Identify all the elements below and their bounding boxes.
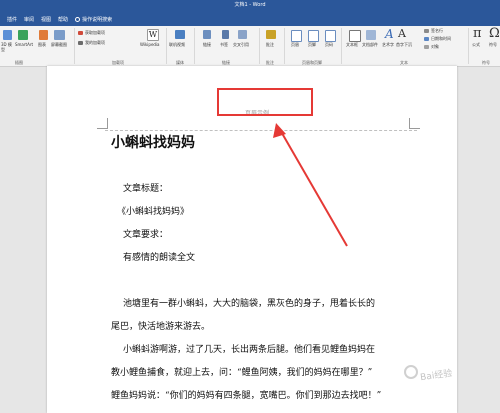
model3d-icon <box>3 30 12 40</box>
ribbon-tabs: 插件 审阅 视图 帮助 操作说明搜索 <box>0 13 112 25</box>
tab-plugins[interactable]: 插件 <box>7 16 17 23</box>
group-illustrations: 插图 <box>15 60 23 65</box>
screenshot-icon <box>54 30 65 40</box>
tab-help[interactable]: 帮助 <box>58 16 68 23</box>
comment-icon <box>266 30 276 39</box>
tab-review[interactable]: 审阅 <box>24 16 34 23</box>
footer-icon <box>308 30 319 42</box>
object-label: 对象 <box>431 44 439 49</box>
bookmark-button[interactable]: 书签 <box>220 42 228 48</box>
chart-button[interactable]: 图表 <box>38 42 46 48</box>
wikipedia-button[interactable]: Wikipedia <box>140 42 160 47</box>
wikipedia-icon: W <box>147 29 159 41</box>
cross-reference-button[interactable]: 交叉引用 <box>233 42 249 48</box>
group-separator <box>284 28 285 64</box>
paragraph-line: 池塘里有一群小蝌蚪，大大的脑袋，黑灰色的身子，甩着长长的 <box>123 299 376 309</box>
model3d-button[interactable]: 3D 模型 <box>1 42 15 52</box>
new-comment-button[interactable]: 批注 <box>266 42 274 48</box>
smartart-icon <box>18 30 28 40</box>
my-addins-button[interactable]: 我的加载项 <box>78 40 105 46</box>
watermark-logo-icon <box>404 365 418 379</box>
store-icon <box>78 31 83 35</box>
header-icon <box>291 30 302 42</box>
quick-parts-button[interactable]: 文档部件 <box>362 42 378 48</box>
tell-me-label: 操作说明搜索 <box>82 16 113 23</box>
video-icon <box>175 30 185 39</box>
cross-reference-icon <box>238 30 247 39</box>
paragraph-line: 文章标题： <box>123 184 169 194</box>
wordart-button[interactable]: 艺术字 <box>382 42 394 48</box>
textbox-icon <box>349 30 361 42</box>
footer-button[interactable]: 页脚 <box>308 42 316 48</box>
equation-button[interactable]: 公式 <box>472 42 480 48</box>
signature-line-label: 签名行 <box>431 28 443 33</box>
paragraph-line: 教小鲤鱼捕食，就迎上去，问：“鲤鱼阿姨，我们的妈妈在哪里？” <box>111 368 373 378</box>
window-title: 文档1 - Word <box>234 2 266 8</box>
lightbulb-icon <box>75 16 81 22</box>
group-separator <box>341 28 342 64</box>
group-separator <box>166 28 167 64</box>
date-time-button[interactable]: 日期和时间 <box>424 36 451 42</box>
group-separator <box>259 28 260 64</box>
smartart-button[interactable]: SmartArt <box>15 42 33 47</box>
addins-icon <box>78 41 83 45</box>
document-page[interactable]: 页眉示例 小蝌蚪找妈妈 文章标题： 《小蝌蚪找妈妈》 文章要求： 有感情的朗读全… <box>47 66 457 413</box>
group-separator <box>74 28 75 64</box>
paragraph-line: 《小蝌蚪找妈妈》 <box>117 207 190 217</box>
group-separator <box>194 28 195 64</box>
bookmark-icon <box>222 30 229 39</box>
chart-icon <box>39 30 48 40</box>
date-time-label: 日期和时间 <box>431 36 451 41</box>
signature-line-button[interactable]: 签名行 <box>424 28 443 34</box>
dropcap-button[interactable]: 首字下沉 <box>396 42 412 48</box>
title-bar: 文档1 - Word 插件 审阅 视图 帮助 操作说明搜索 <box>0 0 500 26</box>
signature-icon <box>424 29 429 33</box>
online-video-button[interactable]: 联机视频 <box>169 42 185 48</box>
textbox-button[interactable]: 文本框 <box>346 42 358 48</box>
calendar-icon <box>424 37 429 41</box>
word-window: 文档1 - Word 插件 审阅 视图 帮助 操作说明搜索 3D 模型 Smar… <box>0 0 500 413</box>
wordart-icon: A <box>385 27 394 41</box>
paragraph-line: 小蝌蚪游啊游，过了几天，长出两条后腿。他们看见鲤鱼妈妈在 <box>123 345 376 355</box>
get-addins-button[interactable]: 获取加载项 <box>78 30 105 36</box>
pi-icon: π <box>473 26 482 41</box>
paragraph-line: 文章要求： <box>123 230 169 240</box>
ribbon: 3D 模型 SmartArt 图表 屏幕截图 插图 获取加载项 我的加载项 W … <box>0 26 500 67</box>
object-icon <box>424 45 429 49</box>
group-symbols: 符号 <box>482 60 490 65</box>
annotation-arrow <box>273 123 348 247</box>
object-button[interactable]: 对象 <box>424 44 439 50</box>
link-icon <box>203 30 211 39</box>
document-title: 小蝌蚪找妈妈 <box>111 135 195 151</box>
dropcap-icon: A <box>398 27 406 40</box>
my-addins-label: 我的加载项 <box>85 40 105 45</box>
paragraph-line: 尾巴，快活地游来游去。 <box>111 322 211 332</box>
header-button[interactable]: 页眉 <box>291 42 299 48</box>
omega-icon: Ω <box>489 26 500 41</box>
paragraph-line: 有感情的朗读全文 <box>123 253 196 263</box>
get-addins-label: 获取加载项 <box>85 30 105 35</box>
page-number-icon <box>325 30 336 42</box>
paragraph-line: 鲤鱼妈妈说：“你们的妈妈有四条腿，宽嘴巴。你们到那边去找吧！” <box>111 391 382 401</box>
symbol-button[interactable]: 符号 <box>489 42 497 48</box>
tab-view[interactable]: 视图 <box>41 16 51 23</box>
page-number-button[interactable]: 页码 <box>325 42 333 48</box>
group-separator <box>468 28 469 64</box>
quick-parts-icon <box>366 30 376 40</box>
link-button[interactable]: 链接 <box>203 42 211 48</box>
screenshot-button[interactable]: 屏幕截图 <box>51 42 67 48</box>
tell-me-search[interactable]: 操作说明搜索 <box>75 16 112 23</box>
